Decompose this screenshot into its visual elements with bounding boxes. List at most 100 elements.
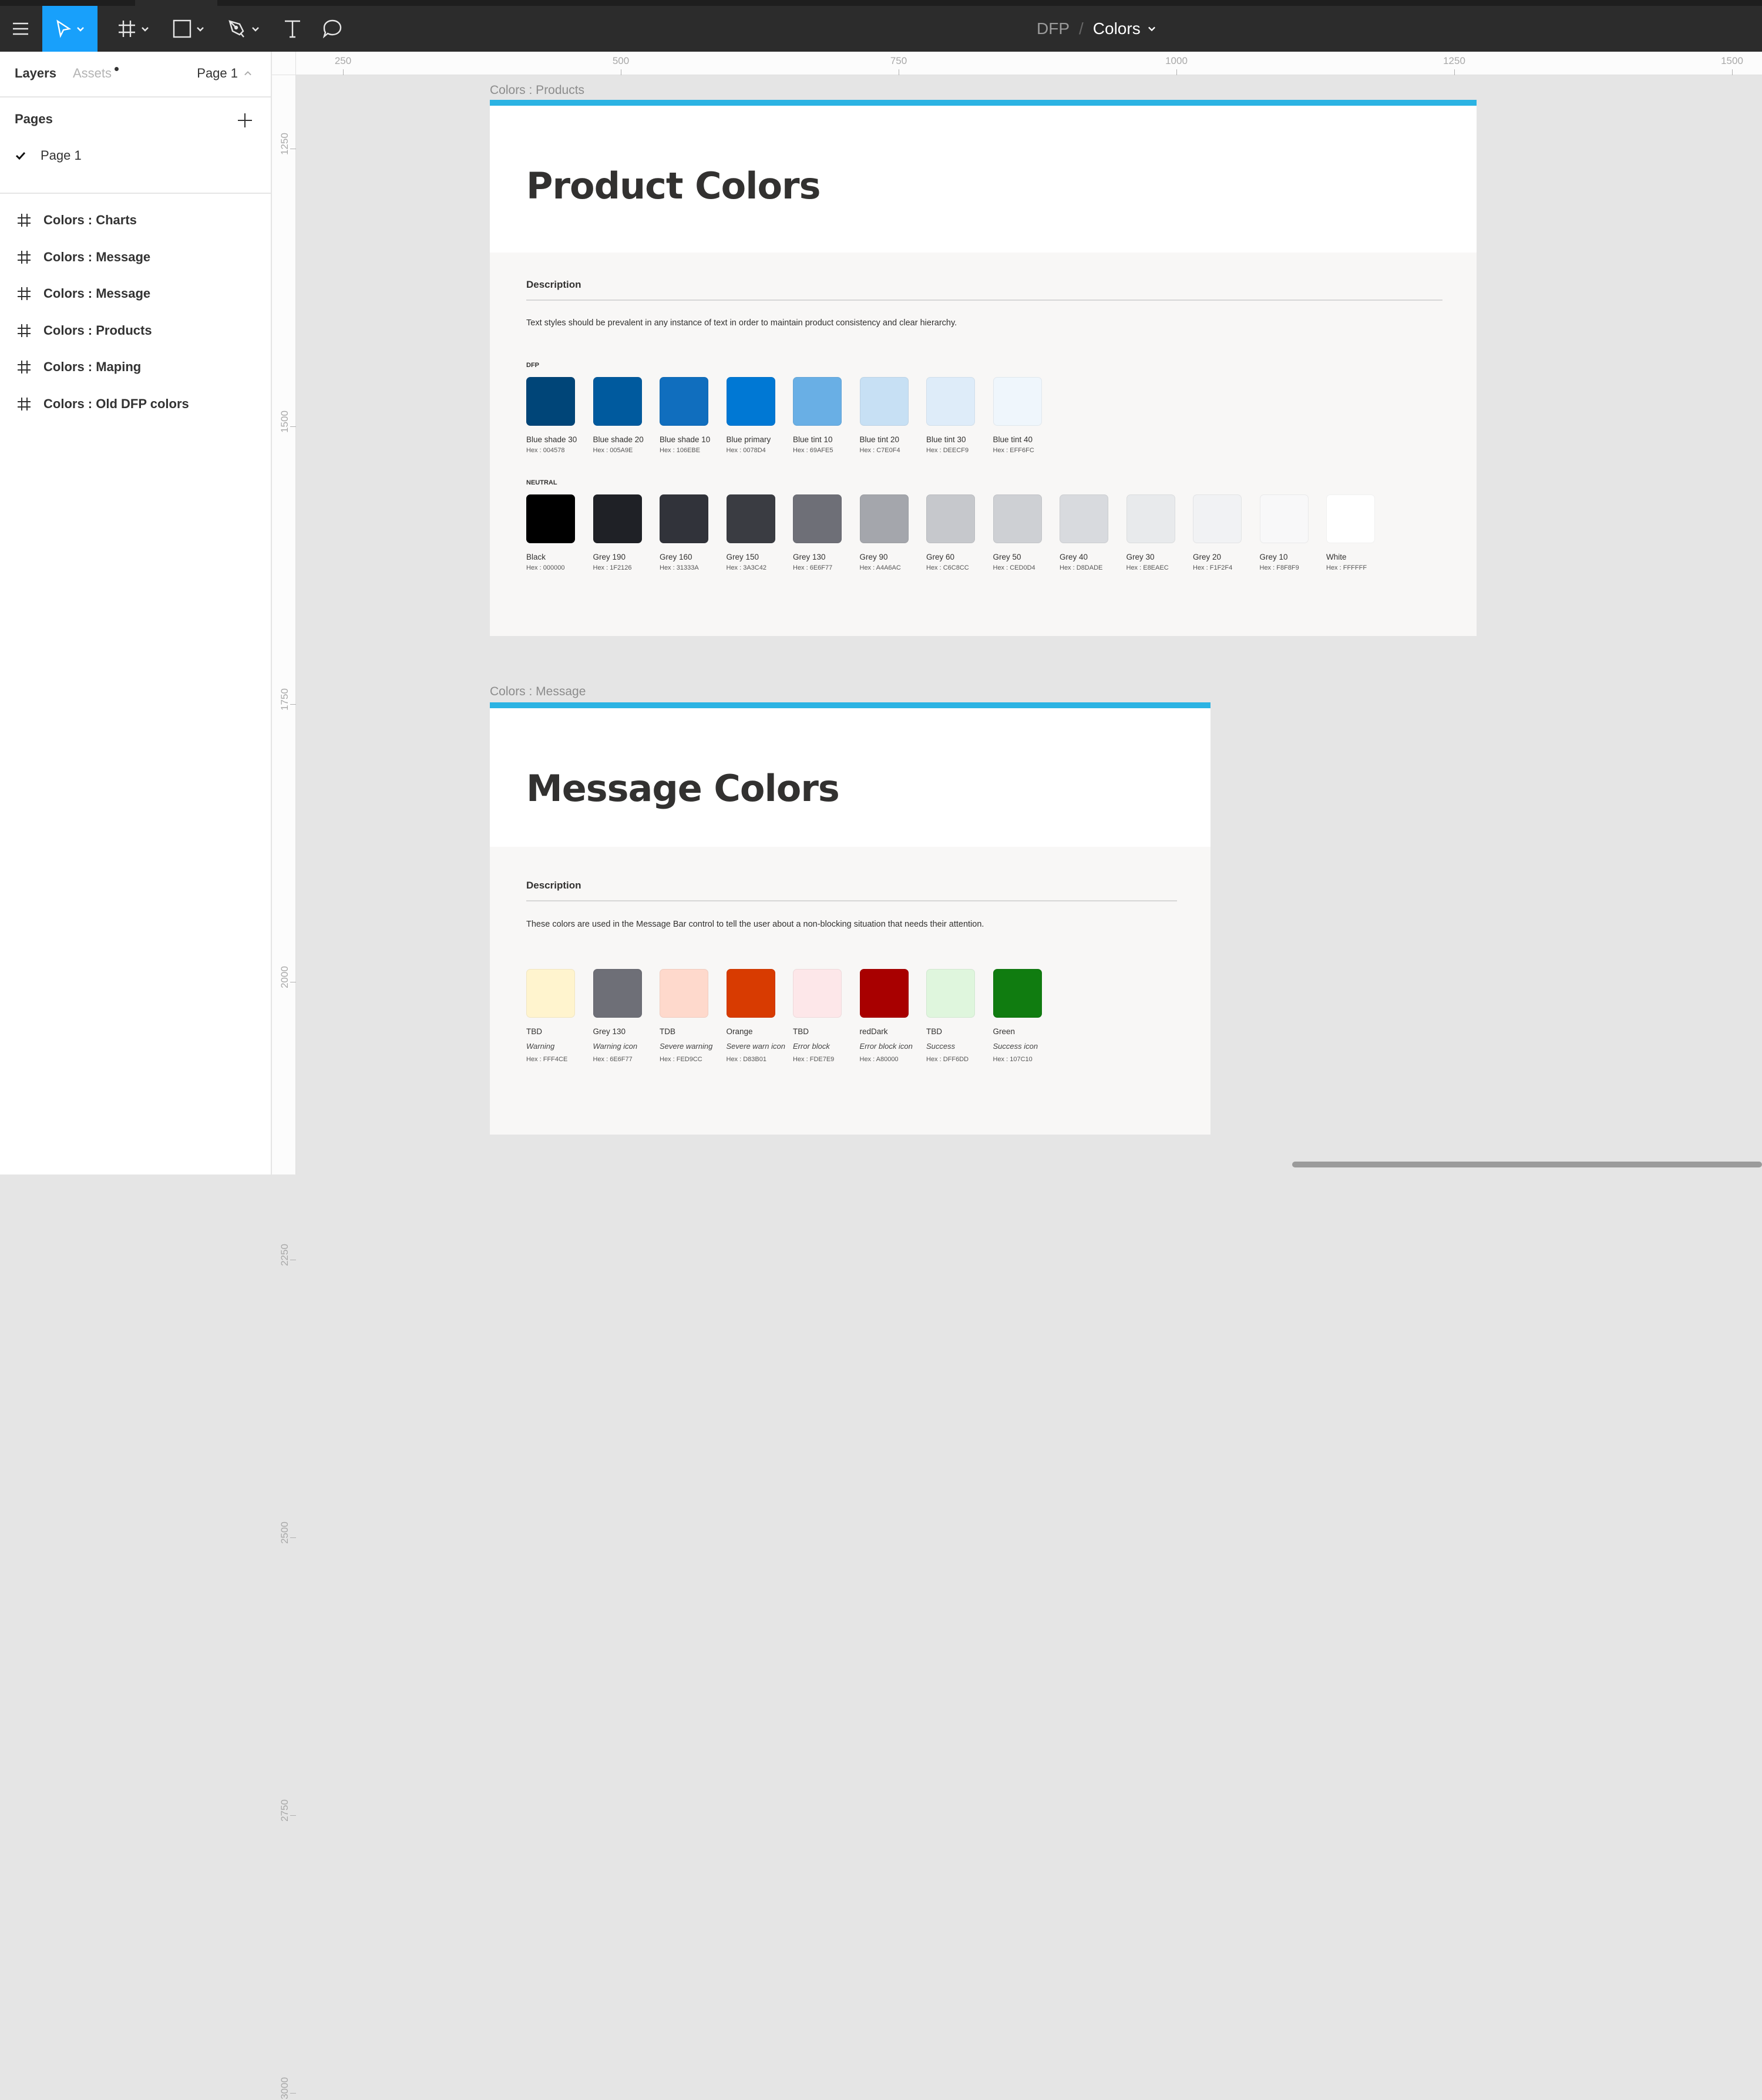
color-swatch[interactable]: Blue tint 20 Hex : C7E0F4 (859, 377, 927, 454)
color-swatch[interactable]: Black Hex : 000000 (526, 494, 593, 571)
color-swatch[interactable]: Blue primary Hex : 0078D4 (726, 377, 793, 454)
frame-tool-button[interactable] (108, 6, 159, 52)
color-swatch[interactable]: Grey 20 Hex : F1F2F4 (1193, 494, 1260, 571)
color-chip[interactable] (726, 969, 775, 1018)
color-swatch[interactable]: Grey 130 Warning icon Hex : 6E6F77 (593, 969, 660, 1063)
color-swatch[interactable]: TBD Success Hex : DFF6DD (926, 969, 993, 1063)
swatch-name: Blue tint 10 (793, 435, 833, 444)
layer-item[interactable]: Colors : Message (0, 275, 271, 312)
color-swatch[interactable]: Blue shade 20 Hex : 005A9E (593, 377, 660, 454)
color-chip[interactable] (793, 494, 842, 543)
text-tool-button[interactable] (274, 6, 311, 52)
color-chip[interactable] (1126, 494, 1175, 543)
color-chip[interactable] (859, 494, 909, 543)
page-item[interactable]: Page 1 (15, 148, 82, 163)
products-frame[interactable]: Product Colors Description Text styles s… (490, 100, 1477, 636)
color-chip[interactable] (859, 377, 909, 426)
color-chip[interactable] (859, 969, 909, 1018)
main-menu-button[interactable] (0, 6, 41, 52)
chevron-down-icon[interactable] (1146, 23, 1157, 34)
color-chip[interactable] (793, 969, 842, 1018)
move-tool-button[interactable] (42, 6, 97, 52)
color-chip[interactable] (1193, 494, 1242, 543)
swatch-name: Grey 30 (1126, 553, 1155, 561)
frame-label-products[interactable]: Colors : Products (490, 83, 584, 97)
color-swatch[interactable]: Blue tint 40 Hex : EFF6FC (993, 377, 1060, 454)
color-chip[interactable] (1326, 494, 1375, 543)
color-chip[interactable] (726, 494, 775, 543)
layer-label: Colors : Charts (43, 213, 137, 228)
frame-label-message[interactable]: Colors : Message (490, 685, 586, 699)
color-chip[interactable] (726, 377, 775, 426)
color-swatch[interactable]: Grey 40 Hex : D8DADE (1060, 494, 1127, 571)
horizontal-scrollbar[interactable] (1292, 1162, 1762, 1167)
color-swatch[interactable]: Blue shade 30 Hex : 004578 (526, 377, 593, 454)
color-chip[interactable] (526, 377, 575, 426)
group-label-neutral: NEUTRAL (526, 479, 557, 486)
color-swatch[interactable]: redDark Error block icon Hex : A80000 (859, 969, 927, 1063)
layer-item[interactable]: Colors : Products (0, 312, 271, 349)
color-chip[interactable] (660, 969, 708, 1018)
color-swatch[interactable]: Blue tint 30 Hex : DEECF9 (926, 377, 993, 454)
color-chip[interactable] (1259, 494, 1309, 543)
color-swatch[interactable]: Blue shade 10 Hex : 106EBE (660, 377, 727, 454)
file-name[interactable]: Colors (1093, 19, 1141, 38)
swatch-name: Blue tint 20 (859, 435, 900, 444)
color-swatch[interactable]: TBD Error block Hex : FDE7E9 (793, 969, 860, 1063)
color-swatch[interactable]: Orange Severe warn icon Hex : D83B01 (726, 969, 793, 1063)
color-swatch[interactable]: Grey 30 Hex : E8EAEC (1126, 494, 1193, 571)
window-tab[interactable] (135, 0, 217, 6)
color-chip[interactable] (926, 494, 975, 543)
color-swatch[interactable]: Grey 130 Hex : 6E6F77 (793, 494, 860, 571)
color-swatch[interactable]: Grey 150 Hex : 3A3C42 (726, 494, 793, 571)
color-swatch[interactable]: Grey 160 Hex : 31333A (660, 494, 727, 571)
color-swatch[interactable]: Grey 90 Hex : A4A6AC (859, 494, 927, 571)
layer-label: Colors : Products (43, 322, 152, 338)
layer-label: Colors : Message (43, 286, 151, 301)
layer-item[interactable]: Colors : Maping (0, 349, 271, 386)
color-swatch[interactable]: Blue tint 10 Hex : 69AFE5 (793, 377, 860, 454)
color-chip[interactable] (1060, 494, 1108, 543)
page-selector[interactable]: Page 1 (197, 66, 253, 81)
tab-layers[interactable]: Layers (15, 66, 56, 81)
color-chip[interactable] (993, 377, 1042, 426)
color-chip[interactable] (993, 494, 1042, 543)
color-swatch[interactable]: TBD Warning Hex : FFF4CE (526, 969, 593, 1063)
color-swatch[interactable]: Grey 10 Hex : F8F8F9 (1259, 494, 1327, 571)
comment-tool-button[interactable] (314, 6, 351, 52)
shape-tool-button[interactable] (163, 6, 214, 52)
project-name[interactable]: DFP (1037, 19, 1070, 38)
color-chip[interactable] (793, 377, 842, 426)
color-chip[interactable] (593, 377, 642, 426)
color-chip[interactable] (926, 377, 975, 426)
toolbar: DFP / Colors (0, 6, 1762, 52)
color-chip[interactable] (993, 969, 1042, 1018)
color-swatch[interactable]: Grey 190 Hex : 1F2126 (593, 494, 660, 571)
color-chip[interactable] (593, 969, 642, 1018)
pen-tool-button[interactable] (218, 6, 269, 52)
color-chip[interactable] (660, 494, 708, 543)
color-swatch[interactable]: Green Success icon Hex : 107C10 (993, 969, 1060, 1063)
color-swatch[interactable]: White Hex : FFFFFF (1326, 494, 1393, 571)
message-frame[interactable]: Message Colors Description These colors … (490, 702, 1210, 1135)
color-chip[interactable] (926, 969, 975, 1018)
color-chip[interactable] (526, 494, 575, 543)
color-chip[interactable] (660, 377, 708, 426)
layer-item[interactable]: Colors : Old DFP colors (0, 386, 271, 423)
layer-item[interactable]: Colors : Charts (0, 202, 271, 239)
add-page-plus-icon[interactable] (236, 112, 254, 129)
color-swatch[interactable]: TDB Severe warning Hex : FED9CC (660, 969, 727, 1063)
ruler-tick (343, 69, 344, 75)
swatch-hex: Hex : D83B01 (726, 1056, 766, 1063)
ruler-tick-label: 250 (334, 55, 352, 66)
layer-item[interactable]: Colors : Message (0, 239, 271, 276)
frame-hash-icon (119, 21, 135, 37)
breadcrumb-separator: / (1079, 19, 1084, 38)
tab-assets[interactable]: Assets (73, 66, 112, 81)
color-swatch[interactable]: Grey 50 Hex : CED0D4 (993, 494, 1060, 571)
color-swatch[interactable]: Grey 60 Hex : C6C8CC (926, 494, 993, 571)
ruler-tick (1454, 69, 1455, 75)
color-chip[interactable] (593, 494, 642, 543)
color-chip[interactable] (526, 969, 575, 1018)
swatch-name: Orange (726, 1027, 753, 1036)
